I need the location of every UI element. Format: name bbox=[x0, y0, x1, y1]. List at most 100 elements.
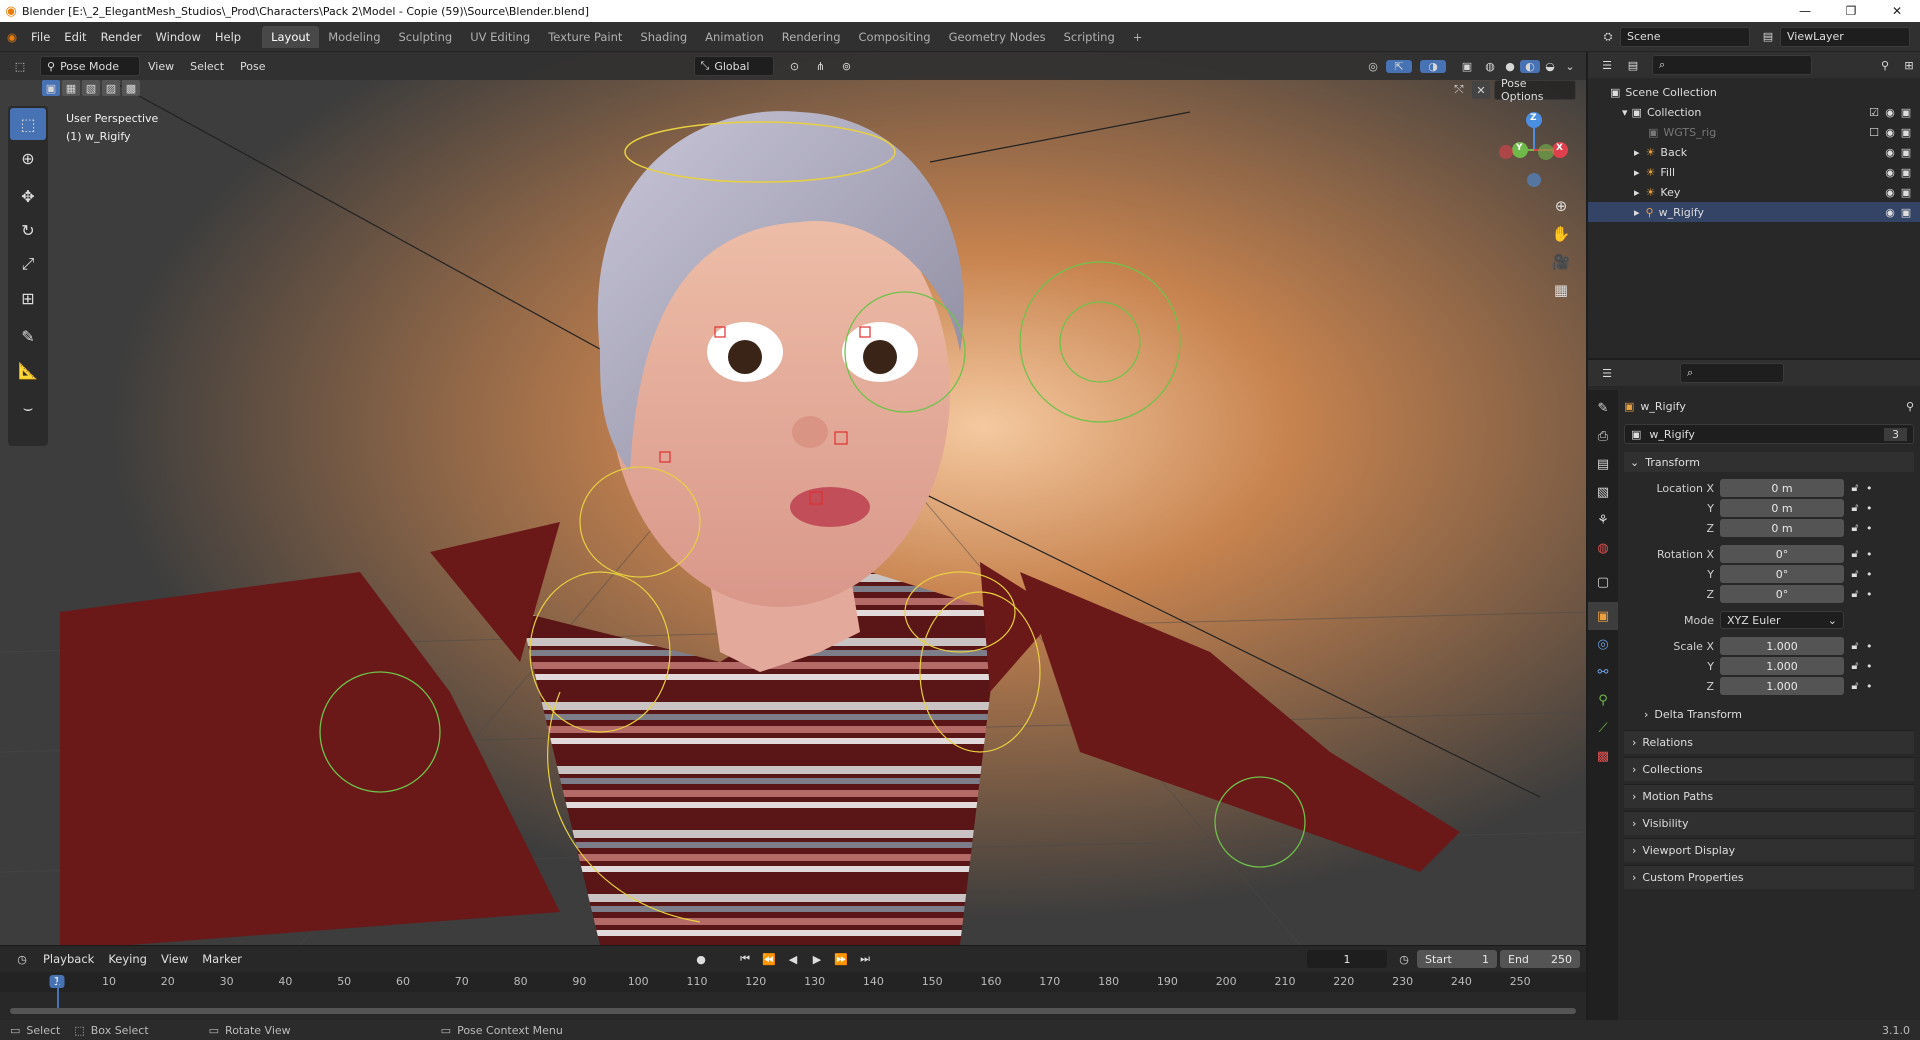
location-x-field[interactable]: 0 m bbox=[1720, 479, 1844, 497]
panel-visibility[interactable]: › Visibility bbox=[1624, 811, 1914, 835]
lock-icon[interactable]: 🔓︎ bbox=[1844, 639, 1866, 653]
current-frame-field[interactable]: 1 bbox=[1307, 950, 1387, 968]
tab-shading[interactable]: Shading bbox=[631, 26, 696, 48]
eye-icon[interactable]: ◉ bbox=[1882, 126, 1898, 139]
3d-viewport[interactable] bbox=[0, 52, 1586, 945]
location-z-field[interactable]: 0 m bbox=[1720, 519, 1844, 537]
jump-start-icon[interactable]: ⏮ bbox=[733, 952, 757, 966]
viewport-menu-pose[interactable]: Pose bbox=[232, 60, 273, 73]
transform-orientation-selector[interactable]: ⤡ Global bbox=[693, 56, 774, 76]
timeline-menu-playback[interactable]: Playback bbox=[36, 952, 101, 966]
snap-icon[interactable]: ⋔ bbox=[808, 60, 834, 73]
keyframe-dot-icon[interactable]: • bbox=[1866, 482, 1873, 495]
camera-render-icon[interactable]: ▣ bbox=[1898, 126, 1914, 139]
select-subtract-icon[interactable]: ▧ bbox=[82, 80, 100, 96]
rendered-shading-icon[interactable]: ◒ bbox=[1540, 60, 1560, 73]
modifier-tab-icon[interactable]: ◎ bbox=[1588, 630, 1618, 658]
timeline-menu-keying[interactable]: Keying bbox=[101, 952, 154, 966]
scene-selector[interactable]: Scene bbox=[1620, 26, 1750, 47]
outliner-item-w-rigify[interactable]: ▸ ⚲ w_Rigify ◉ ▣ bbox=[1588, 202, 1920, 222]
lock-icon[interactable]: 🔓︎ bbox=[1844, 679, 1866, 693]
select-box-tool-icon[interactable]: ⬚ bbox=[10, 108, 46, 140]
select-new-icon[interactable]: ▣ bbox=[42, 80, 60, 96]
shading-options-icon[interactable]: ⌄ bbox=[1560, 60, 1580, 73]
delta-transform-subpanel[interactable]: › Delta Transform bbox=[1624, 704, 1914, 724]
tab-rendering[interactable]: Rendering bbox=[773, 26, 850, 48]
tab-layout[interactable]: Layout bbox=[262, 25, 320, 48]
viewlayer-selector[interactable]: ViewLayer bbox=[1780, 26, 1910, 47]
outliner-item-back[interactable]: ▸ ☀ Back ◉ ▣ bbox=[1588, 142, 1920, 162]
stopwatch-icon[interactable]: ◷ bbox=[1391, 953, 1417, 966]
keyframe-dot-icon[interactable]: • bbox=[1866, 522, 1873, 535]
display-mode-icon[interactable]: ▤ bbox=[1620, 59, 1646, 72]
keyframe-dot-icon[interactable]: • bbox=[1866, 588, 1873, 601]
constraint-tab-icon[interactable]: ⚯ bbox=[1588, 658, 1618, 686]
expand-arrow-icon[interactable]: ▸ bbox=[1634, 206, 1640, 219]
pivot-point-icon[interactable]: ⊙ bbox=[782, 60, 808, 73]
relax-tool-icon[interactable]: ⌣ bbox=[10, 392, 46, 424]
pin-icon[interactable]: ⚲ bbox=[1906, 400, 1914, 413]
outliner-item-fill[interactable]: ▸ ☀ Fill ◉ ▣ bbox=[1588, 162, 1920, 182]
gizmo-toggle-icon[interactable]: ⇱ bbox=[1386, 59, 1412, 73]
tab-texture-paint[interactable]: Texture Paint bbox=[539, 26, 631, 48]
outliner-item-wgts[interactable]: ▣ WGTS_rig ☐ ◉ ▣ bbox=[1588, 122, 1920, 142]
lock-icon[interactable]: 🔓︎ bbox=[1844, 501, 1866, 515]
tab-geometry-nodes[interactable]: Geometry Nodes bbox=[940, 26, 1055, 48]
rotation-mode-dropdown[interactable]: XYZ Euler ⌄ bbox=[1720, 611, 1844, 629]
next-keyframe-icon[interactable]: ⏩ bbox=[829, 953, 853, 966]
overlay-toggle-icon[interactable]: ◑ bbox=[1420, 59, 1446, 73]
scene-tab-icon[interactable]: ⚘ bbox=[1588, 506, 1618, 534]
properties-search-field[interactable]: ⌕ bbox=[1680, 363, 1784, 383]
maximize-button[interactable]: ❐ bbox=[1828, 4, 1874, 18]
tool-tab-icon[interactable]: ✎ bbox=[1588, 394, 1618, 422]
select-extend-icon[interactable]: ▦ bbox=[62, 80, 80, 96]
rotation-x-field[interactable]: 0° bbox=[1720, 545, 1844, 563]
expand-arrow-icon[interactable]: ▸ bbox=[1634, 146, 1640, 159]
panel-custom-properties[interactable]: › Custom Properties bbox=[1624, 865, 1914, 889]
camera-render-icon[interactable]: ▣ bbox=[1898, 146, 1914, 159]
output-tab-icon[interactable]: ▤ bbox=[1588, 450, 1618, 478]
lock-icon[interactable]: 🔓︎ bbox=[1844, 587, 1866, 601]
expand-arrow-icon[interactable]: ▸ bbox=[1634, 186, 1640, 199]
view-layer-tab-icon[interactable]: ▧ bbox=[1588, 478, 1618, 506]
select-difference-icon[interactable]: ▨ bbox=[102, 80, 120, 96]
panel-relations[interactable]: › Relations bbox=[1624, 730, 1914, 754]
mode-selector[interactable]: ⚲ Pose Mode bbox=[40, 56, 140, 76]
tab-animation[interactable]: Animation bbox=[696, 26, 773, 48]
bone-tab-icon[interactable]: ⟋ bbox=[1588, 714, 1618, 742]
keyframe-dot-icon[interactable]: • bbox=[1866, 502, 1873, 515]
record-icon[interactable]: ● bbox=[689, 953, 713, 966]
menu-file[interactable]: File bbox=[24, 30, 57, 44]
checkbox-icon[interactable]: ☐ bbox=[1866, 126, 1882, 139]
keyframe-dot-icon[interactable]: • bbox=[1866, 640, 1873, 653]
keyframe-dot-icon[interactable]: • bbox=[1866, 680, 1873, 693]
cursor-tool-icon[interactable]: ⊕ bbox=[10, 142, 46, 174]
outliner-editor-icon[interactable]: ☰ bbox=[1594, 59, 1620, 72]
expand-arrow-icon[interactable]: ▾ bbox=[1622, 106, 1628, 119]
outliner-collection[interactable]: ▾ ▣ Collection ☑ ◉ ▣ bbox=[1588, 102, 1920, 122]
play-reverse-icon[interactable]: ◀ bbox=[781, 953, 805, 966]
pose-options-dropdown[interactable]: Pose Options bbox=[1494, 77, 1576, 103]
keyframe-dot-icon[interactable]: • bbox=[1866, 660, 1873, 673]
checkbox-icon[interactable]: ☑ bbox=[1866, 106, 1882, 119]
end-frame-field[interactable]: End 250 bbox=[1500, 950, 1580, 968]
location-y-field[interactable]: 0 m bbox=[1720, 499, 1844, 517]
ortho-toggle-icon[interactable]: ▦ bbox=[1547, 276, 1575, 304]
scale-y-field[interactable]: 1.000 bbox=[1720, 657, 1844, 675]
editor-type-icon[interactable]: ⬚ bbox=[6, 60, 34, 73]
panel-collections[interactable]: › Collections bbox=[1624, 757, 1914, 781]
timeline-menu-view[interactable]: View bbox=[154, 952, 195, 966]
filter-icon[interactable]: ⚲ bbox=[1872, 59, 1898, 72]
minimize-button[interactable]: — bbox=[1782, 4, 1828, 18]
outliner-item-key[interactable]: ▸ ☀ Key ◉ ▣ bbox=[1588, 182, 1920, 202]
lock-icon[interactable]: 🔓︎ bbox=[1844, 547, 1866, 561]
texture-tab-icon[interactable]: ▩ bbox=[1588, 742, 1618, 770]
select-intersect-icon[interactable]: ▩ bbox=[122, 80, 140, 96]
eye-icon[interactable]: ◉ bbox=[1882, 146, 1898, 159]
tab-scripting[interactable]: Scripting bbox=[1055, 26, 1124, 48]
eye-icon[interactable]: ◉ bbox=[1882, 106, 1898, 119]
measure-tool-icon[interactable]: 📐 bbox=[10, 354, 46, 386]
keyframe-dot-icon[interactable]: • bbox=[1866, 548, 1873, 561]
clock-editor-icon[interactable]: ◷ bbox=[8, 953, 36, 966]
viewport-menu-view[interactable]: View bbox=[140, 60, 182, 73]
